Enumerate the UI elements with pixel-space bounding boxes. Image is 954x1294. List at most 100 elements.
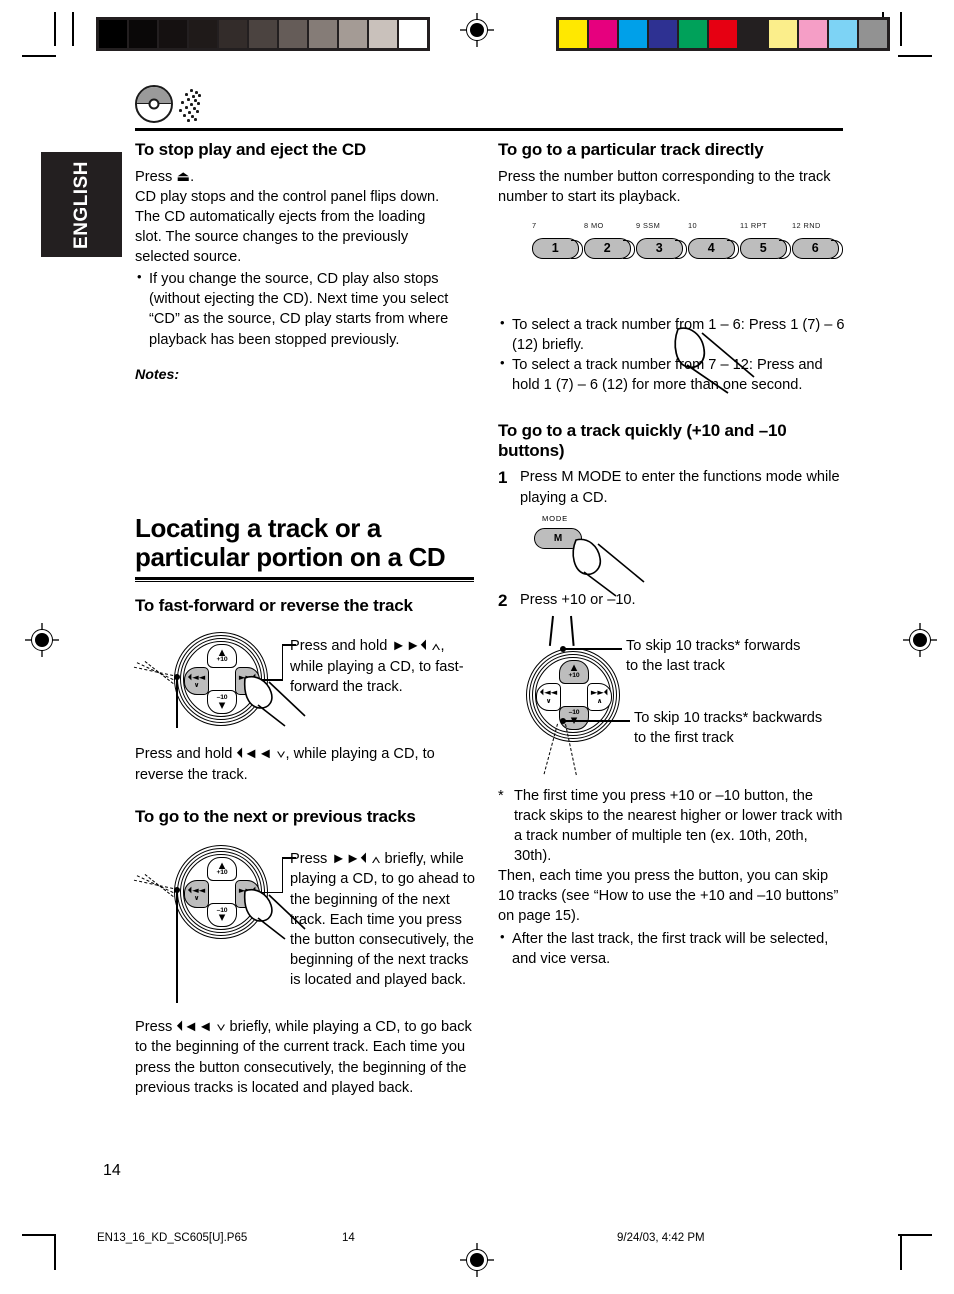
callout-skip-forward: To skip 10 tracks* forwards to the last … [626,636,826,676]
callout-skip-backward: To skip 10 tracks* backwards to the firs… [634,708,844,748]
number-button-6[interactable]: 6 [792,237,843,259]
color-swatch-3 [649,20,677,48]
pad-label-plus10: +10 [568,671,580,679]
page-number: 14 [103,1162,121,1179]
footer-timestamp: 9/24/03, 4:42 PM [617,1232,705,1244]
language-tab-label: ENGLISH [70,160,92,249]
number-button-4[interactable]: 4 [688,237,739,259]
color-swatch-1 [589,20,617,48]
number-button-group-3: 9 SSM 3 [636,220,687,259]
triangle-down-icon: ▼ [218,700,226,711]
track-select-bullet-list: To select a track number from 1 – 6: Pre… [498,314,846,396]
number-button-alt-label-4: 10 [688,220,698,230]
pad-button-previous[interactable]: ⏴◄◄ ∨ [184,667,209,696]
crop-mark-tr2-v [900,12,902,46]
leader-line-minus10-h [564,720,630,722]
triangle-down-icon: ▼ [218,913,226,924]
diagram-next-previous: ▲ +10 –10 ▼ ⏴◄◄ ∨ ►►⏴ ∧ [133,833,480,1015]
number-button-label: 4 [707,241,716,256]
callout-skip-backward-line1: To skip 10 tracks* backwards [634,709,823,726]
number-button-group-4: 10 4 [688,220,739,259]
number-button-label: 1 [551,241,560,256]
registration-mark-top [460,13,494,47]
page-title-line1: Locating a track or a [135,512,381,543]
grayscale-swatch-5 [249,20,277,48]
color-swatch-9 [829,20,857,48]
heading-stop-play-eject: To stop play and eject the CD [135,140,366,159]
grayscale-swatch-4 [219,20,247,48]
stop-play-line-4: slot. The source changes to the previous… [135,228,409,245]
callout-fast-forward: Press and hold ►►⏴ ∧, while playing a CD… [290,638,464,695]
grayscale-swatch-8 [339,20,367,48]
finger-pointer-icon [572,538,645,597]
step-2-number: 2 [498,590,508,610]
number-button-label: 5 [759,241,768,256]
color-calibration-bar [556,17,890,51]
crop-mark-tl2-v [72,12,74,46]
leader-line-left-v [176,891,178,1004]
heading-particular-track-directly: To go to a particular track directly [498,140,764,159]
m-mode-label: M [553,532,563,544]
diagram-m-mode-button: MODE M [526,513,646,597]
grayscale-swatch-10 [399,20,427,48]
number-button-group-2: 8 MO 2 [584,220,635,259]
left-column: To stop play and eject the CD Press ⏏. C… [133,140,480,1098]
color-swatch-10 [859,20,887,48]
callout-skip-backward-line2: to the first track [634,729,734,746]
leader-line-top-1 [548,615,554,646]
footnote-block: * The first time you press +10 or –10 bu… [498,786,846,867]
number-button-alt-label-1: 7 [532,220,537,230]
number-button-alt-label-2: 8 MO [584,220,604,230]
pad-button-plus10[interactable]: ▲ +10 [207,857,237,882]
chevron-down-icon: ∨ [545,696,552,705]
step-2: 2 Press +10 or –10. [498,590,846,612]
grayscale-calibration-bar [96,17,430,51]
grayscale-swatch-3 [189,20,217,48]
print-footer: EN13_16_KD_SC605[U].P65 14 9/24/03, 4:42… [0,1232,954,1256]
registration-mark-left [25,623,59,657]
number-button-2[interactable]: 2 [584,237,635,259]
footnote-continued: Then, each time you press the button, yo… [498,868,839,925]
leader-dash-2 [136,875,174,894]
step-1: 1 Press M MODE to enter the functions mo… [498,467,846,507]
mode-caption: MODE [542,513,568,523]
number-button-label: 6 [811,241,820,256]
stop-play-line-3: The CD automatically ejects from the loa… [135,208,426,225]
page-title-line2: particular portion on a CD [135,542,446,573]
control-pad-3: ▲ +10 –10 ▼ ⏴◄◄ ∨ ►►⏴ ∧ [522,646,626,746]
footer-page: 14 [342,1232,355,1244]
color-swatch-7 [769,20,797,48]
text-previous-track: Press ⏴◄◄ ∨ briefly, while playing a CD,… [135,1019,472,1096]
cd-sparkle-icon [176,88,202,122]
chevron-down-icon: ∨ [193,681,200,690]
grayscale-swatch-2 [159,20,187,48]
heading-fast-forward-reverse: To fast-forward or reverse the track [135,595,413,615]
chevron-down-icon: ∨ [193,894,200,903]
pad-button-plus10[interactable]: ▲ +10 [207,644,237,669]
number-button-3[interactable]: 3 [636,237,687,259]
grayscale-swatch-7 [309,20,337,48]
number-button-1[interactable]: 1 [532,237,583,259]
number-button-5[interactable]: 5 [740,237,791,259]
pad-button-plus10[interactable]: ▲ +10 [559,659,589,684]
list-item: If you change the source, CD play also s… [135,268,480,350]
heading-track-quickly: To go to a track quickly (+10 and –10 bu… [498,421,787,460]
list-item: To select a track number from 1 – 6: Pre… [498,314,846,355]
stop-play-line-2: CD play stops and the control panel flip… [135,188,440,205]
color-swatch-6 [739,20,767,48]
callout-skip-forward-line1: To skip 10 tracks* forwards [626,637,801,654]
number-button-group-5: 11 RPT 5 [740,221,791,259]
number-buttons-row: 718 MO 2 9 SSM 3 10 4 11 RPT 5 12 RND 6 [532,221,846,273]
pad-button-next[interactable]: ►►⏴ ∧ [587,682,612,711]
pad-button-previous[interactable]: ⏴◄◄ ∨ [536,682,561,711]
callout-next-track: Press ►►⏴ ∧ briefly, while playing a CD,… [290,851,475,989]
number-button-alt-label-3: 9 SSM [636,220,661,230]
stop-play-line-5: selected source. [135,249,242,266]
language-tab: ENGLISH [41,152,122,257]
color-swatch-2 [619,20,647,48]
grayscale-swatch-0 [99,20,127,48]
color-swatch-8 [799,20,827,48]
pad-button-previous[interactable]: ⏴◄◄ ∨ [184,880,209,909]
pad-button-minus10[interactable]: –10 ▼ [207,903,237,928]
number-button-label: 2 [603,241,612,256]
